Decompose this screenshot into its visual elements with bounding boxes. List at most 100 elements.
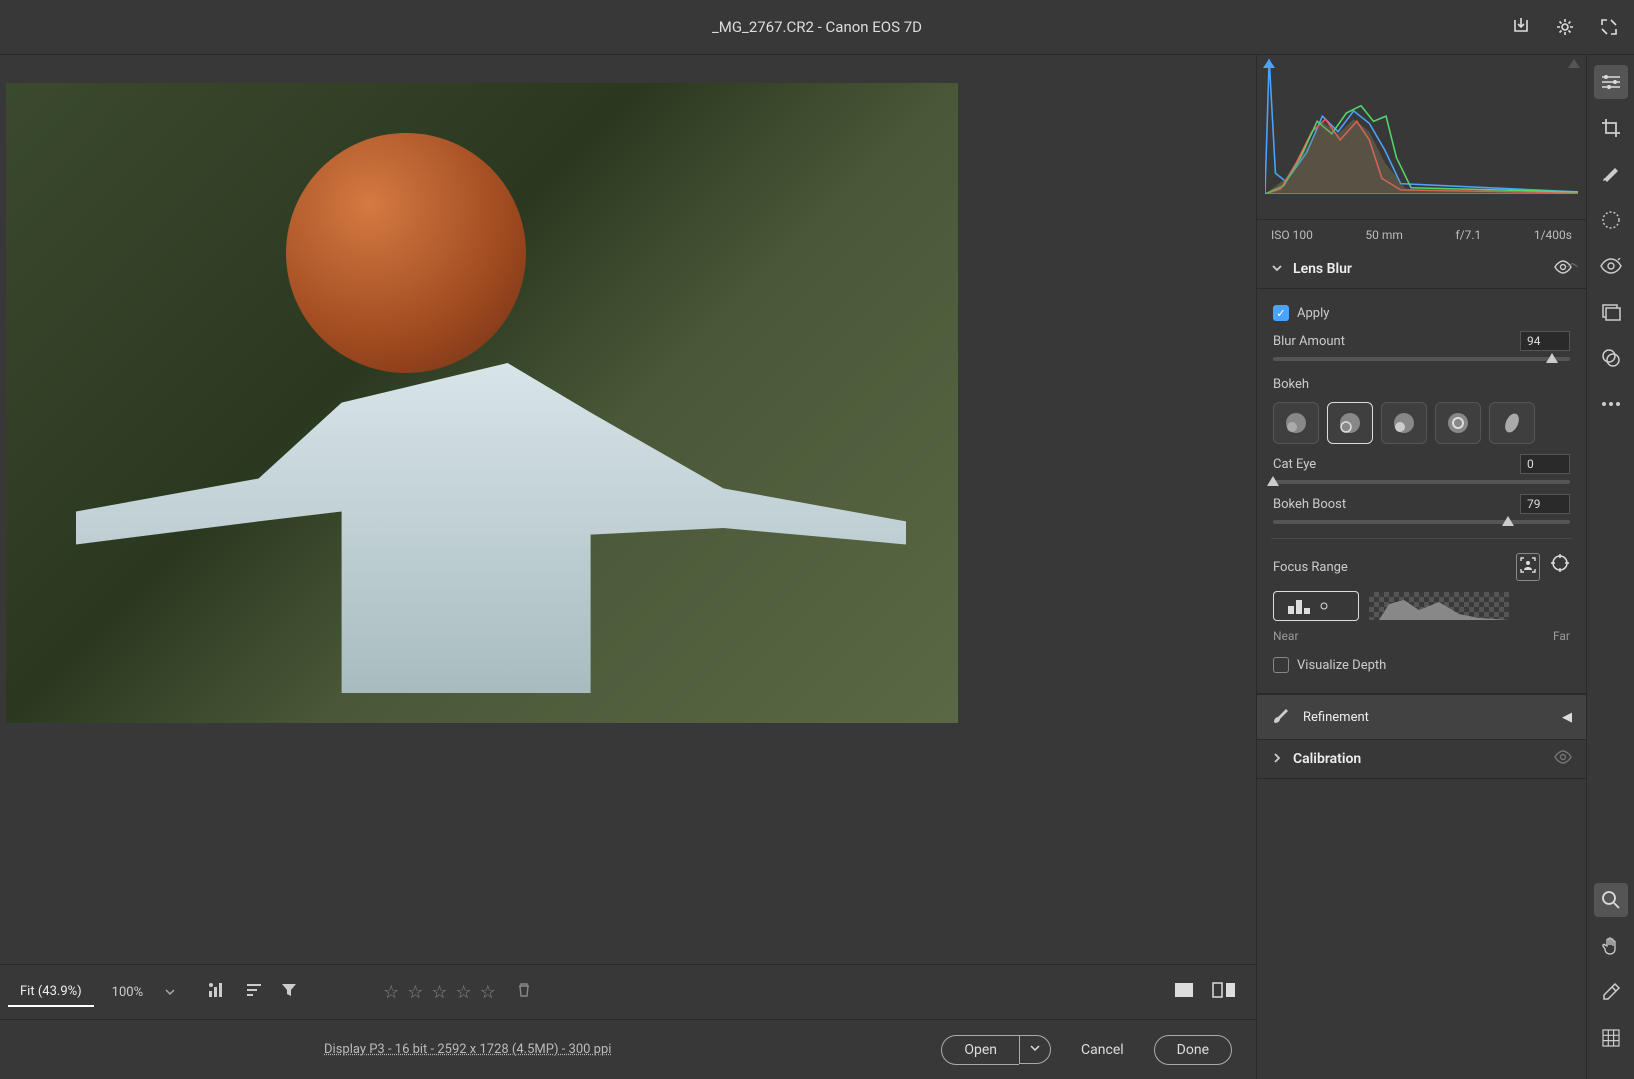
bokeh-shape-3[interactable]: [1381, 402, 1427, 444]
crop-icon[interactable]: [1594, 111, 1628, 145]
far-label: Far: [1553, 629, 1570, 643]
bokeh-shape-2[interactable]: [1327, 402, 1373, 444]
cat-eye-slider[interactable]: [1273, 480, 1570, 484]
cat-eye-label: Cat Eye: [1273, 457, 1316, 472]
highlight-clip-icon[interactable]: [1568, 59, 1580, 68]
heal-icon[interactable]: [1594, 157, 1628, 191]
cat-eye-thumb[interactable]: [1267, 476, 1279, 486]
brush-icon: [1271, 705, 1291, 729]
open-button-group: Open: [941, 1035, 1051, 1065]
open-dropdown-icon[interactable]: [1019, 1035, 1051, 1064]
eyedropper-icon[interactable]: [1594, 975, 1628, 1009]
star-3[interactable]: ☆: [431, 982, 447, 1003]
collapse-caret-icon[interactable]: ︿: [1567, 254, 1578, 270]
section-lens-blur-body: ✓ Apply Blur Amount Bokeh: [1257, 289, 1586, 694]
visibility-icon[interactable]: [1554, 750, 1572, 768]
bokeh-boost-thumb[interactable]: [1502, 516, 1514, 526]
bokeh-boost-row: Bokeh Boost: [1273, 494, 1570, 524]
exif-aperture: f/7.1: [1456, 228, 1482, 242]
open-button[interactable]: Open: [941, 1035, 1019, 1065]
blur-amount-input[interactable]: [1520, 331, 1570, 351]
edit-panel-icon[interactable]: [1594, 65, 1628, 99]
refinement-row[interactable]: Refinement ◀: [1257, 694, 1586, 740]
star-5[interactable]: ☆: [480, 982, 496, 1003]
bokeh-shape-4[interactable]: [1435, 402, 1481, 444]
edit-panel: ISO 100 50 mm f/7.1 1/400s ︿ Lens Blur ✓…: [1256, 55, 1586, 1079]
redeye-icon[interactable]: [1594, 249, 1628, 283]
status-bar: Display P3 - 16 bit - 2592 x 1728 (4.5MP…: [0, 1019, 1256, 1079]
main-layout: Fit (43.9%) 100% ☆ ☆ ☆ ☆: [0, 55, 1634, 1079]
titlebar-actions: [1510, 16, 1620, 38]
visualize-depth-label: Visualize Depth: [1297, 658, 1386, 673]
bokeh-boost-label: Bokeh Boost: [1273, 497, 1346, 512]
tool-rail: [1586, 55, 1634, 1079]
single-view-icon[interactable]: [1174, 982, 1194, 1002]
blur-amount-slider[interactable]: [1273, 357, 1570, 361]
focus-range-box[interactable]: [1273, 591, 1359, 621]
chevron-right-icon: [1271, 752, 1283, 767]
zoom-bar: Fit (43.9%) 100% ☆ ☆ ☆ ☆: [0, 964, 1256, 1019]
star-2[interactable]: ☆: [407, 982, 423, 1003]
bokeh-boost-slider[interactable]: [1273, 520, 1570, 524]
trash-icon[interactable]: [516, 982, 532, 1002]
title-bar: _MG_2767.CR2 - Canon EOS 7D: [0, 0, 1634, 55]
panel-scroll[interactable]: ︿ Lens Blur ✓ Apply Blur Amount: [1257, 250, 1586, 1079]
apply-checkbox[interactable]: ✓: [1273, 305, 1289, 321]
fullscreen-icon[interactable]: [1598, 16, 1620, 38]
exif-iso: ISO 100: [1271, 228, 1313, 242]
histogram[interactable]: [1257, 55, 1586, 220]
refinement-label: Refinement: [1303, 710, 1550, 725]
cat-eye-row: Cat Eye: [1273, 454, 1570, 484]
sort-icon[interactable]: [245, 982, 263, 1002]
download-icon[interactable]: [1510, 16, 1532, 38]
presets-icon[interactable]: [1594, 341, 1628, 375]
gear-icon[interactable]: [1554, 16, 1576, 38]
cancel-button[interactable]: Cancel: [1069, 1036, 1136, 1064]
mask-icon[interactable]: [1594, 203, 1628, 237]
image-info[interactable]: Display P3 - 16 bit - 2592 x 1728 (4.5MP…: [324, 1042, 611, 1057]
section-calibration-header[interactable]: Calibration: [1257, 740, 1586, 779]
zoom-dropdown-icon[interactable]: [161, 978, 179, 1006]
chevron-left-icon: ◀: [1562, 710, 1572, 725]
star-1[interactable]: ☆: [383, 982, 399, 1003]
visualize-depth-checkbox[interactable]: [1273, 657, 1289, 673]
exif-focal: 50 mm: [1365, 228, 1403, 242]
histogram-toggle-icon[interactable]: [207, 981, 227, 1003]
exif-summary: ISO 100 50 mm f/7.1 1/400s: [1257, 220, 1586, 250]
bokeh-shape-5[interactable]: [1489, 402, 1535, 444]
shadow-clip-icon[interactable]: [1263, 59, 1275, 68]
focus-range-label: Focus Range: [1273, 560, 1348, 575]
focus-point-icon[interactable]: [1550, 553, 1570, 581]
rating-widget: ☆ ☆ ☆ ☆ ☆: [383, 982, 532, 1003]
star-4[interactable]: ☆: [456, 982, 472, 1003]
bokeh-shape-1[interactable]: [1273, 402, 1319, 444]
snapshots-icon[interactable]: [1594, 295, 1628, 329]
chevron-down-icon: [1271, 262, 1283, 277]
blur-amount-thumb[interactable]: [1546, 353, 1558, 363]
more-icon[interactable]: [1594, 387, 1628, 421]
zoom-tool-icon[interactable]: [1594, 883, 1628, 917]
filter-icon[interactable]: [281, 982, 297, 1002]
apply-label: Apply: [1297, 306, 1329, 321]
exif-shutter: 1/400s: [1534, 228, 1572, 242]
blur-amount-label: Blur Amount: [1273, 334, 1345, 349]
image-viewport[interactable]: [0, 55, 1256, 964]
bokeh-boost-input[interactable]: [1520, 494, 1570, 514]
bokeh-shape-row: [1273, 402, 1570, 444]
section-calibration-title: Calibration: [1293, 751, 1544, 767]
cat-eye-input[interactable]: [1520, 454, 1570, 474]
zoom-fit-button[interactable]: Fit (43.9%): [8, 978, 94, 1007]
section-lens-blur-header[interactable]: ︿ Lens Blur: [1257, 250, 1586, 289]
zoom-100-button[interactable]: 100%: [100, 979, 155, 1006]
preview-image: [6, 83, 958, 723]
done-button[interactable]: Done: [1154, 1035, 1232, 1065]
hand-tool-icon[interactable]: [1594, 929, 1628, 963]
compare-view-icon[interactable]: [1212, 982, 1236, 1002]
blur-amount-row: Blur Amount: [1273, 331, 1570, 361]
divider: [1271, 538, 1572, 539]
depth-histogram[interactable]: [1369, 592, 1509, 620]
canvas-column: Fit (43.9%) 100% ☆ ☆ ☆ ☆: [0, 55, 1256, 1079]
section-lens-blur-title: Lens Blur: [1293, 261, 1544, 277]
grid-icon[interactable]: [1594, 1021, 1628, 1055]
focus-subject-icon[interactable]: [1516, 553, 1540, 581]
